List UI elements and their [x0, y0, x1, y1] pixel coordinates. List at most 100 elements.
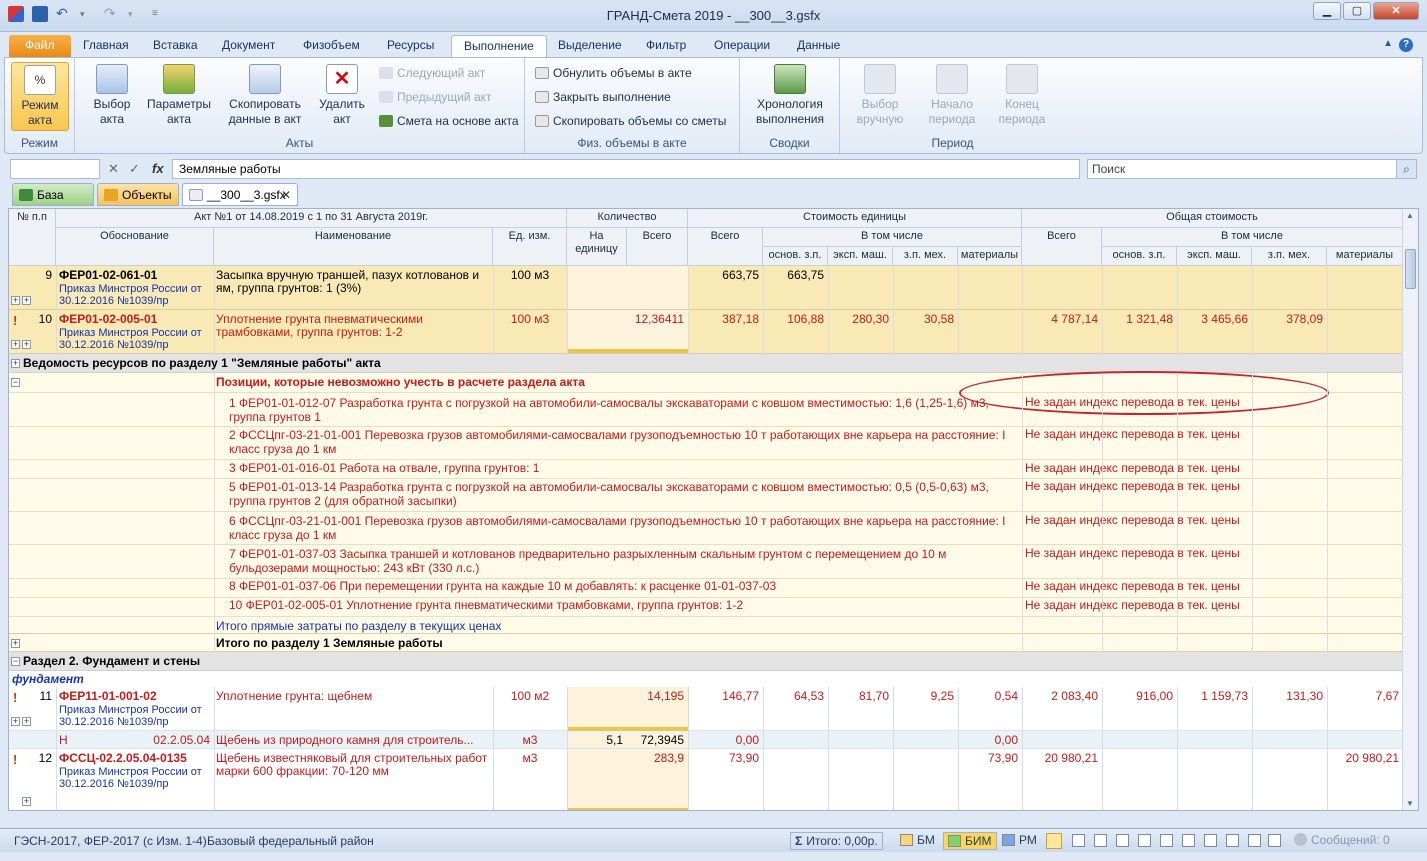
database-icon [19, 189, 33, 201]
section-total-row[interactable]: + Итого по разделу 1 Земляные работы [9, 633, 1403, 652]
scroll-up-icon[interactable]: ▲ [1406, 211, 1414, 220]
tc-osn: 1 321,48 [1126, 313, 1173, 326]
view-icon[interactable] [1226, 834, 1239, 847]
tab-insert[interactable]: Вставка [141, 35, 210, 57]
name-header: Наименование [214, 228, 493, 266]
tab-filter[interactable]: Фильтр [634, 35, 698, 57]
expand-icon[interactable]: + [11, 296, 20, 305]
reset-volumes-button[interactable]: Обнулить объемы в акте [535, 66, 692, 80]
scroll-down-icon[interactable]: ▼ [1406, 799, 1414, 808]
table-row[interactable]: 9 + + ФЕР01-02-061-01 Приказ Минстроя Ро… [9, 266, 1403, 310]
tab-document[interactable]: Документ [210, 35, 287, 57]
fx-icon[interactable]: fx [152, 161, 164, 176]
subsection-row[interactable]: фундамент [9, 671, 1403, 687]
delete-act-button[interactable]: ✕ Удалить акт [315, 64, 369, 127]
view-icon[interactable] [1182, 834, 1195, 847]
region-status[interactable]: Базовый федеральный район [207, 834, 374, 848]
close-tab-icon[interactable]: ✕ [281, 184, 291, 206]
expand-icon[interactable]: + [11, 359, 20, 368]
group-label-summaries: Сводки [769, 136, 810, 150]
rm-toggle[interactable]: РМ [998, 832, 1041, 850]
tab-document-file[interactable]: __300__3.gsfx ✕ [182, 183, 298, 206]
section-row[interactable]: + Ведомость ресурсов по разделу 1 "Земля… [9, 354, 1403, 373]
confirm-icon[interactable]: ✓ [129, 161, 140, 177]
table-row[interactable]: ! 12 + ФССЦ-02.2.05.04-0135 Приказ Минст… [9, 749, 1403, 810]
search-icon[interactable]: ⌕ [1396, 160, 1416, 178]
section-row[interactable]: − Раздел 2. Фундамент и стены [9, 652, 1403, 671]
cell-name-box[interactable] [10, 159, 100, 179]
view-icon[interactable] [1204, 834, 1217, 847]
search-placeholder: Поиск [1092, 162, 1126, 176]
view-icon[interactable] [1116, 834, 1129, 847]
tc-total-header: Всего [1022, 228, 1102, 266]
tab-operations[interactable]: Операции [702, 35, 782, 57]
tab-execution[interactable]: Выполнение [451, 35, 547, 57]
norms-status[interactable]: ГЭСН-2017, ФЕР-2017 (с Изм. 1-4) [14, 834, 207, 848]
bm-toggle[interactable]: БМ [896, 832, 939, 850]
table-row[interactable]: ! 11 + + ФЕР11-01-001-02 Приказ Минстроя… [9, 687, 1403, 731]
select-act-button[interactable]: Выбор акта [87, 64, 137, 127]
expand-icon[interactable]: + [22, 797, 31, 806]
unit-cost-header: Стоимость единицы [688, 209, 1022, 228]
vertical-scrollbar[interactable]: ▲ ▼ [1402, 209, 1418, 810]
minimize-button[interactable]: ▁ [1313, 2, 1341, 20]
chronology-button[interactable]: Хронология выполнения [750, 64, 830, 127]
expand-icon[interactable]: + [11, 639, 20, 648]
collapse-ribbon-icon[interactable]: ▲ [1383, 38, 1393, 49]
scrollbar-thumb[interactable] [1405, 249, 1416, 289]
resource-row[interactable]: Н 02.2.05.04 Щебень из природного камня … [9, 731, 1403, 749]
estimate-based-button[interactable]: Смета на основе акта [379, 114, 519, 128]
act-params-button[interactable]: Параметры акта [143, 64, 215, 127]
search-input[interactable]: Поиск ⌕ [1087, 159, 1417, 179]
group-label-mode: Режим [21, 136, 58, 150]
view-icon[interactable] [1138, 834, 1151, 847]
copy-data-button[interactable]: Скопировать данные в акт [225, 64, 305, 127]
help-icon[interactable]: ? [1399, 38, 1413, 52]
close-exec-button[interactable]: Закрыть выполнение [535, 90, 671, 104]
view-icon[interactable] [1248, 834, 1261, 847]
total-status[interactable]: Σ Итого: 0,00р. [790, 832, 883, 850]
resource-uc-total: 0,00 [735, 734, 759, 747]
formula-input[interactable]: Земляные работы [172, 159, 1080, 179]
expand-icon[interactable]: + [11, 340, 20, 349]
qty-cell[interactable] [567, 266, 688, 309]
act-mode-button[interactable]: % Режим акта [11, 62, 69, 131]
tab-file[interactable]: Файл [9, 35, 71, 57]
table-row[interactable]: ! 10 + + ФЕР01-02-005-01 Приказ Минстроя… [9, 310, 1403, 354]
grid-line [1102, 373, 1103, 653]
collapse-icon[interactable]: − [11, 378, 20, 387]
view-icon[interactable] [1268, 834, 1281, 847]
period-start-button[interactable]: Начало периода [920, 64, 984, 127]
tab-selection[interactable]: Выделение [546, 35, 634, 57]
expand-icon[interactable]: + [22, 717, 31, 726]
expand-icon[interactable]: + [22, 340, 31, 349]
tab-base[interactable]: База [12, 183, 94, 206]
collapse-icon[interactable]: − [11, 657, 20, 666]
cancel-icon[interactable]: ✕ [108, 161, 119, 177]
prev-act-button[interactable]: Предыдущий акт [379, 90, 492, 104]
manual-select-button[interactable]: Выбор вручную [850, 64, 910, 127]
expand-icon[interactable]: + [22, 296, 31, 305]
view-icon[interactable] [1072, 834, 1085, 847]
next-act-button[interactable]: Следующий акт [379, 66, 485, 80]
row-divider [9, 511, 1403, 512]
messages-status[interactable]: Сообщений: 0 [1290, 832, 1394, 850]
view-icon[interactable] [1094, 834, 1107, 847]
tab-objects[interactable]: Объекты [97, 183, 179, 206]
bim-toggle[interactable]: БИМ [943, 832, 997, 850]
tab-resources[interactable]: Ресурсы [375, 35, 446, 57]
maximize-button[interactable]: ▢ [1343, 2, 1371, 20]
close-button[interactable]: ✕ [1373, 2, 1419, 20]
view-icon[interactable] [1160, 834, 1173, 847]
tab-physvolume[interactable]: Физобъем [291, 35, 372, 57]
grid-line [1252, 687, 1253, 810]
view-icon[interactable] [1046, 833, 1062, 849]
tab-data[interactable]: Данные [785, 35, 852, 57]
tc-mat: 7,67 [1375, 690, 1399, 703]
period-end-button[interactable]: Конец периода [990, 64, 1054, 127]
copy-volumes-button[interactable]: Скопировать объемы со сметы [535, 114, 726, 128]
expand-icon[interactable]: + [11, 717, 20, 726]
row-order: Приказ Минстроя России от 30.12.2016 №10… [59, 704, 202, 728]
grid-line [1177, 266, 1178, 354]
tab-home[interactable]: Главная [71, 35, 141, 57]
